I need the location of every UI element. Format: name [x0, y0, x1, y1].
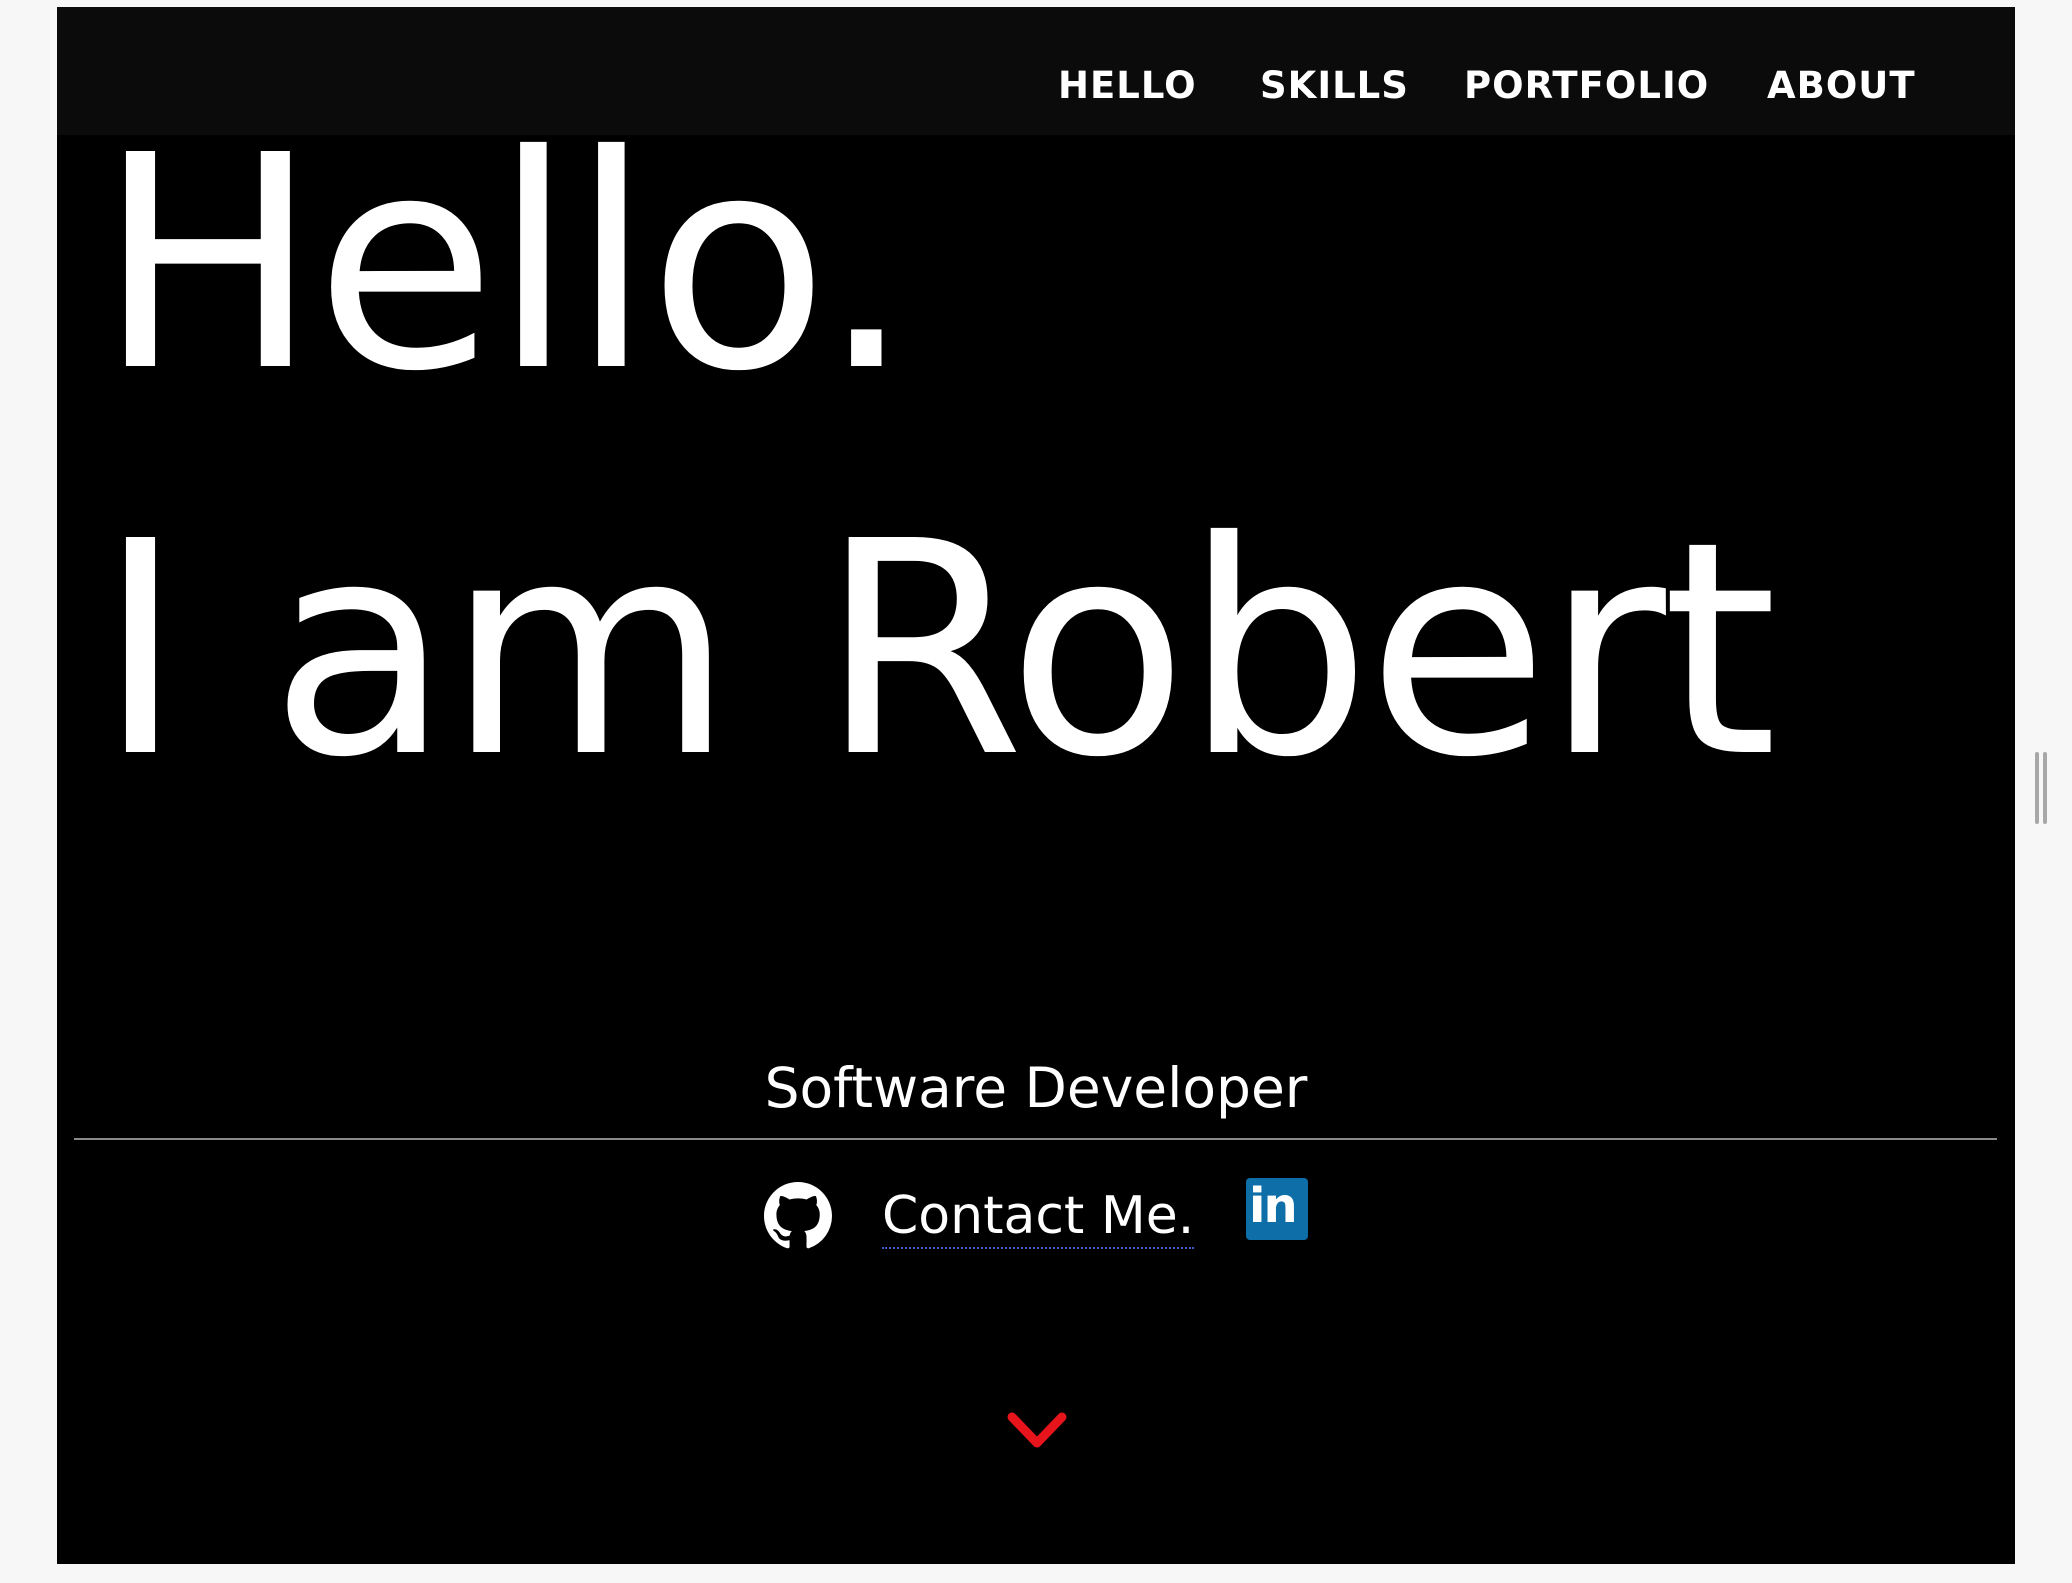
nav-hello-link[interactable]: HELLO — [1058, 67, 1197, 104]
contact-row: Contact Me. in — [57, 1175, 2015, 1255]
hero-intro: I am Robert — [97, 478, 1778, 822]
browser-viewport: HELLO SKILLS PORTFOLIO ABOUT Hello. I am… — [57, 7, 2015, 1564]
resize-handle-icon[interactable] — [2033, 752, 2049, 824]
contact-me-link[interactable]: Contact Me. — [882, 1185, 1195, 1250]
job-title: Software Developer — [764, 1056, 1308, 1120]
divider-line — [74, 1138, 1997, 1140]
hero-greeting: Hello. — [97, 92, 913, 436]
nav-portfolio-link[interactable]: PORTFOLIO — [1464, 67, 1709, 104]
nav-skills-link[interactable]: SKILLS — [1260, 67, 1409, 104]
github-icon[interactable] — [764, 1182, 832, 1250]
linkedin-icon-text: in — [1249, 1178, 1298, 1234]
nav-about-link[interactable]: ABOUT — [1767, 67, 1916, 104]
chevron-down-icon[interactable] — [1004, 1407, 1070, 1457]
linkedin-icon[interactable]: in — [1246, 1178, 1308, 1240]
